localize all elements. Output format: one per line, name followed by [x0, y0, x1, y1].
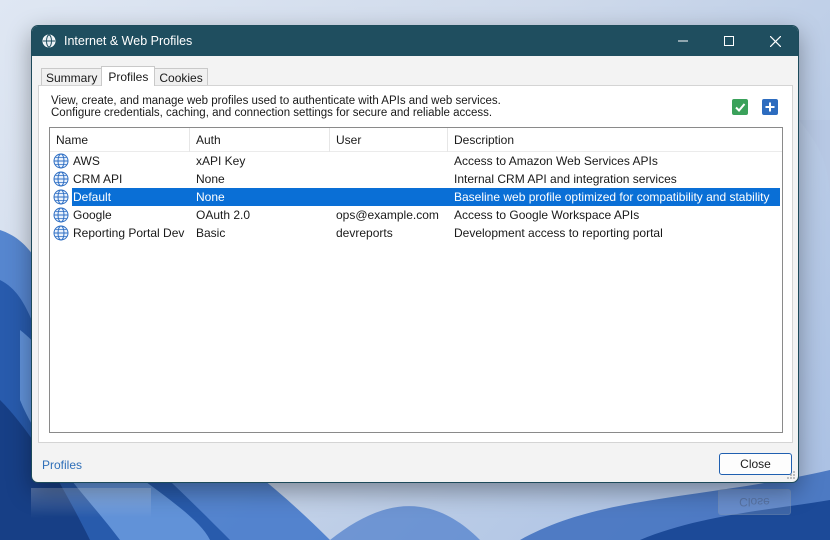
- tab-strip: Summary Profiles Cookies: [41, 66, 208, 86]
- column-header-name[interactable]: Name: [50, 128, 190, 152]
- close-window-button[interactable]: [752, 26, 798, 56]
- globe-icon: [53, 207, 69, 223]
- profile-description: Development access to reporting portal: [454, 226, 663, 240]
- panel-description: View, create, and manage web profiles us…: [51, 95, 501, 119]
- globe-icon: [53, 225, 69, 241]
- profile-user: ops@example.com: [336, 208, 439, 222]
- profile-row-default[interactable]: Default None Baseline web profile optimi…: [50, 188, 782, 206]
- globe-icon: [53, 153, 69, 169]
- profile-description: Baseline web profile optimized for compa…: [454, 190, 770, 204]
- minimize-button[interactable]: [660, 26, 706, 56]
- close-icon: [769, 35, 781, 47]
- profile-description: Access to Google Workspace APIs: [454, 208, 640, 222]
- close-button-reflection: Close: [718, 489, 791, 515]
- profile-name: AWS: [73, 154, 100, 168]
- title-bar[interactable]: Internet & Web Profiles: [32, 26, 798, 56]
- maximize-icon: [724, 36, 734, 46]
- column-header-description[interactable]: Description: [448, 128, 778, 152]
- window-reflection: [31, 488, 151, 518]
- profile-auth: None: [196, 172, 225, 186]
- profiles-list[interactable]: Name Auth User Description AWS xAPI Key …: [49, 127, 783, 433]
- window-title: Internet & Web Profiles: [64, 34, 193, 48]
- profile-auth: None: [196, 190, 225, 204]
- close-button[interactable]: Close: [719, 453, 792, 475]
- maximize-button[interactable]: [706, 26, 752, 56]
- globe-icon: [53, 171, 69, 187]
- tab-summary[interactable]: Summary: [41, 68, 103, 86]
- checkmark-icon: [735, 103, 746, 112]
- description-line-2: Configure credentials, caching, and conn…: [51, 107, 493, 119]
- profile-auth: OAuth 2.0: [196, 208, 251, 222]
- profile-row-google[interactable]: Google OAuth 2.0 ops@example.com Access …: [50, 206, 782, 224]
- resize-grip-icon[interactable]: [786, 470, 796, 480]
- profile-user: devreports: [336, 226, 393, 240]
- column-header-user[interactable]: User: [330, 128, 448, 152]
- description-line-1: View, create, and manage web profiles us…: [51, 95, 501, 107]
- profile-name: Default: [73, 190, 112, 204]
- app-globe-icon: [41, 33, 57, 49]
- profile-name: Google: [73, 208, 112, 222]
- profile-row-reporting-portal-dev[interactable]: Reporting Portal Dev Basic devreports De…: [50, 224, 782, 242]
- profiles-panel: View, create, and manage web profiles us…: [38, 85, 793, 443]
- profile-name: Reporting Portal Dev: [73, 226, 185, 240]
- tab-profiles[interactable]: Profiles: [101, 66, 156, 86]
- profile-auth: xAPI Key: [196, 154, 246, 168]
- profiles-footer-link[interactable]: Profiles: [42, 458, 82, 472]
- list-header: Name Auth User Description: [50, 128, 782, 152]
- add-profile-button[interactable]: [762, 99, 778, 115]
- profile-auth: Basic: [196, 226, 226, 240]
- tab-cookies[interactable]: Cookies: [154, 68, 208, 86]
- profiles-window: Internet & Web Profiles Summary Profiles…: [31, 25, 799, 483]
- profile-row-aws[interactable]: AWS xAPI Key Access to Amazon Web Servic…: [50, 152, 782, 170]
- globe-icon: [53, 189, 69, 205]
- accept-button[interactable]: [732, 99, 748, 115]
- minimize-icon: [678, 40, 688, 42]
- profile-row-crm-api[interactable]: CRM API None Internal CRM API and integr…: [50, 170, 782, 188]
- profile-name: CRM API: [73, 172, 123, 186]
- plus-icon: [765, 102, 775, 112]
- profile-description: Access to Amazon Web Services APIs: [454, 154, 658, 168]
- column-header-auth[interactable]: Auth: [190, 128, 330, 152]
- close-button-reflection-label: Close: [739, 495, 770, 509]
- profile-description: Internal CRM API and integration service…: [454, 172, 677, 186]
